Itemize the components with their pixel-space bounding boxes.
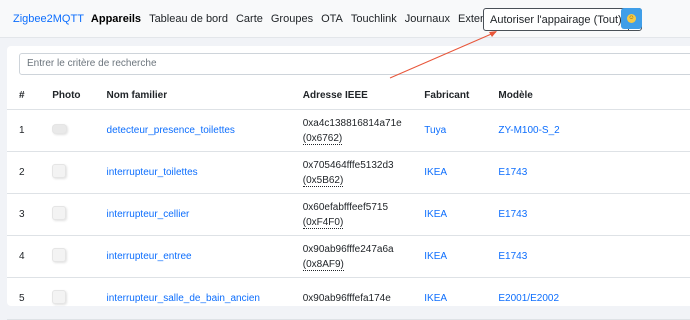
ieee-address: 0xa4c138816814a71e: [302, 117, 402, 129]
device-name-link[interactable]: interrupteur_cellier: [107, 209, 190, 220]
model-link[interactable]: E1743: [498, 251, 527, 262]
manufacturer-link[interactable]: IKEA: [424, 209, 447, 220]
nav-groups[interactable]: Groupes: [271, 13, 313, 25]
column-header-number[interactable]: #: [7, 82, 53, 110]
model-link[interactable]: ZY-M100-S_2: [498, 125, 559, 136]
device-image: [52, 164, 67, 178]
row-number: 3: [7, 193, 53, 236]
nav-ota[interactable]: OTA: [321, 13, 343, 25]
ieee-address: 0x90ab96fffefa174e: [302, 293, 391, 304]
column-header-name[interactable]: Nom familier: [106, 82, 303, 110]
network-address: (0x5B62): [302, 174, 344, 187]
search-input[interactable]: Entrer le critère de recherche: [19, 53, 690, 75]
permit-join-button[interactable]: Autoriser l'appairage (Tout): [484, 9, 629, 30]
nav-dashboard[interactable]: Tableau de bord: [149, 13, 228, 25]
table-row: 2 interrupteur_toilettes 0x705464fffe513…: [7, 151, 690, 194]
model-link[interactable]: E1743: [498, 209, 527, 220]
device-image: [52, 206, 67, 220]
devices-table: # Photo Nom familier Adresse IEEE Fabric…: [7, 82, 690, 320]
model-link[interactable]: E2001/E2002: [498, 293, 559, 304]
network-address: (0xF4F0): [302, 216, 344, 229]
column-header-manufacturer[interactable]: Fabricant: [424, 82, 499, 110]
column-header-photo: Photo: [52, 82, 107, 110]
nav-logs[interactable]: Journaux: [405, 13, 450, 25]
column-header-ieee[interactable]: Adresse IEEE: [302, 82, 425, 110]
row-number: 5: [7, 277, 53, 320]
ieee-address: 0x60efabfffeef5715: [302, 201, 389, 213]
brand-link[interactable]: Zigbee2MQTT: [13, 13, 84, 25]
device-name-link[interactable]: interrupteur_salle_de_bain_ancien: [107, 293, 260, 304]
device-image: [52, 290, 67, 304]
manufacturer-link[interactable]: IKEA: [424, 251, 447, 262]
manufacturer-link[interactable]: Tuya: [424, 125, 446, 136]
table-header-row: # Photo Nom familier Adresse IEEE Fabric…: [7, 82, 690, 110]
network-address: (0x6762): [302, 132, 343, 145]
row-number: 2: [7, 151, 53, 194]
smiley-icon: ☺: [627, 14, 636, 23]
network-address: (0x8AF9): [302, 258, 344, 271]
table-row: 1 detecteur_presence_toilettes 0xa4c1388…: [7, 109, 690, 152]
table-row: 4 interrupteur_entree 0x90ab96fffe247a6a…: [7, 235, 690, 278]
row-number: 1: [7, 109, 53, 152]
ieee-address: 0x90ab96fffe247a6a: [302, 243, 394, 255]
nav-touchlink[interactable]: Touchlink: [351, 13, 397, 25]
table-row: 3 interrupteur_cellier 0x60efabfffeef571…: [7, 193, 690, 236]
theme-switcher-button[interactable]: ☺: [621, 8, 642, 29]
model-link[interactable]: E1743: [498, 167, 527, 178]
nav-devices[interactable]: Appareils: [91, 13, 141, 25]
manufacturer-link[interactable]: IKEA: [424, 293, 447, 304]
device-name-link[interactable]: interrupteur_entree: [107, 251, 192, 262]
device-name-link[interactable]: interrupteur_toilettes: [107, 167, 198, 178]
device-name-link[interactable]: detecteur_presence_toilettes: [107, 125, 235, 136]
ieee-address: 0x705464fffe5132d3: [302, 159, 394, 171]
permit-join-group: Autoriser l'appairage (Tout) ▼: [483, 8, 642, 31]
device-image: [52, 124, 68, 134]
manufacturer-link[interactable]: IKEA: [424, 167, 447, 178]
table-row: 5 interrupteur_salle_de_bain_ancien 0x90…: [7, 277, 690, 320]
column-header-model[interactable]: Modèle: [498, 82, 690, 110]
row-number: 4: [7, 235, 53, 278]
nav-map[interactable]: Carte: [236, 13, 263, 25]
device-image: [52, 248, 67, 262]
